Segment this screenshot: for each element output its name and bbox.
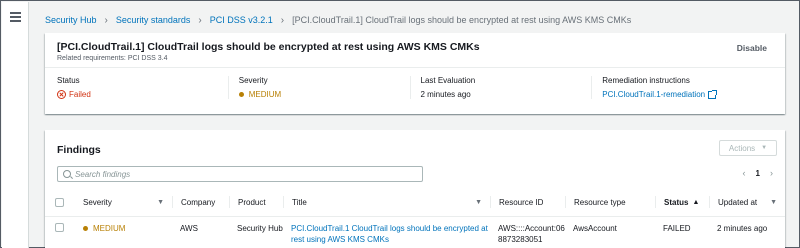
- caret-down-icon: ▼: [475, 198, 482, 206]
- caret-down-icon: ▼: [761, 145, 768, 151]
- column-label: Product: [238, 197, 266, 207]
- breadcrumb-pci-dss[interactable]: PCI DSS v3.2.1: [210, 15, 273, 25]
- select-all-checkbox[interactable]: [55, 197, 64, 207]
- findings-table: Severity ▼ Company Product Title ▼ Resourc…: [45, 188, 785, 245]
- breadcrumb: Security Hub › Security standards › PCI …: [45, 13, 631, 27]
- title-cell: PCI.CloudTrail.1 CloudTrail logs should …: [283, 217, 490, 246]
- chevron-right-icon: ›: [280, 14, 285, 26]
- x-circle-icon: [57, 90, 66, 99]
- row-select-cell: [45, 217, 75, 246]
- resource-type-cell: AwsAccount: [573, 224, 617, 233]
- findings-title: Findings: [57, 144, 101, 156]
- column-header-updated-at[interactable]: Updated at ▼: [709, 188, 785, 217]
- column-label: Status: [664, 197, 689, 207]
- dot-icon: [238, 92, 244, 97]
- control-summary-panel: [PCI.CloudTrail.1] CloudTrail logs shoul…: [45, 33, 785, 114]
- summary-header: [PCI.CloudTrail.1] CloudTrail logs shoul…: [45, 33, 785, 68]
- breadcrumb-security-hub[interactable]: Security Hub: [45, 15, 97, 25]
- sort-ascending-icon: ▲: [692, 198, 700, 206]
- column-header-status[interactable]: Status ▲: [655, 188, 709, 217]
- next-page-icon[interactable]: ›: [770, 168, 773, 178]
- column-label: Resource ID: [499, 197, 544, 207]
- column-header-company[interactable]: Company: [172, 188, 229, 217]
- chevron-right-icon: ›: [198, 14, 202, 26]
- search-icon: [63, 170, 71, 178]
- severity-text: MEDIUM: [93, 224, 126, 233]
- findings-panel: Findings Actions ▼ ‹ 1 › Severity ▼ Compa…: [45, 130, 785, 248]
- chevron-right-icon: ›: [104, 14, 108, 26]
- table-header-row: Severity ▼ Company Product Title ▼ Resourc…: [45, 188, 785, 217]
- remediation-value: PCI.CloudTrail.1-remediation: [602, 89, 773, 99]
- column-header-resource-id[interactable]: Resource ID: [490, 188, 565, 217]
- search-box[interactable]: [57, 166, 423, 182]
- status-label: Status: [57, 76, 80, 85]
- column-label: Company: [181, 197, 216, 207]
- status-column: Status Failed: [57, 76, 228, 99]
- status-text: Failed: [69, 90, 91, 99]
- column-header-title[interactable]: Title ▼: [283, 188, 490, 217]
- breadcrumb-current: [PCI.CloudTrail.1] CloudTrail logs shoul…: [292, 15, 632, 25]
- remediation-link[interactable]: PCI.CloudTrail.1-remediation: [602, 90, 705, 99]
- column-header-resource-type[interactable]: Resource type: [565, 188, 655, 217]
- disable-button[interactable]: Disable: [737, 43, 767, 53]
- column-header-severity[interactable]: Severity ▼: [75, 188, 172, 217]
- table-row[interactable]: MEDIUM AWS Security Hub PCI.CloudTrail.1…: [45, 217, 785, 246]
- severity-cell: MEDIUM: [75, 217, 172, 246]
- row-checkbox[interactable]: [55, 223, 64, 232]
- severity-text: MEDIUM: [248, 90, 282, 99]
- last-evaluation-value: 2 minutes ago: [420, 90, 471, 99]
- select-all-header: [45, 188, 75, 217]
- control-title: [PCI.CloudTrail.1] CloudTrail logs shoul…: [57, 41, 480, 53]
- caret-down-icon: ▼: [770, 198, 777, 206]
- company-cell: AWS: [180, 224, 198, 233]
- related-requirements: Related requirements: PCI DSS 3.4: [57, 55, 168, 62]
- severity-value: MEDIUM: [238, 90, 410, 99]
- product-cell: Security Hub: [237, 224, 283, 233]
- breadcrumb-security-standards[interactable]: Security standards: [116, 15, 191, 25]
- last-evaluation-column: Last Evaluation 2 minutes ago: [409, 76, 592, 99]
- status-cell: FAILED: [663, 224, 691, 233]
- previous-page-icon[interactable]: ‹: [743, 168, 746, 178]
- external-link-icon[interactable]: [708, 89, 718, 99]
- last-evaluation-label: Last Evaluation: [420, 76, 476, 85]
- column-label: Resource type: [574, 197, 626, 207]
- finding-title-link[interactable]: PCI.CloudTrail.1 CloudTrail logs should …: [291, 224, 488, 244]
- actions-dropdown[interactable]: Actions ▼: [719, 140, 777, 156]
- severity-label: Severity: [238, 76, 268, 85]
- hamburger-icon[interactable]: [10, 12, 21, 24]
- severity-column: Severity MEDIUM: [227, 76, 410, 99]
- column-label: Title: [292, 197, 307, 207]
- updated-at-cell: 2 minutes ago: [717, 224, 768, 233]
- resource-id-cell: AWS::::Account:068873283051: [498, 224, 565, 244]
- app-frame: Security Hub › Security standards › PCI …: [0, 0, 800, 248]
- column-label: Severity: [83, 197, 112, 207]
- status-value: Failed: [57, 90, 228, 99]
- pagination: ‹ 1 ›: [743, 168, 773, 178]
- remediation-label: Remediation instructions: [602, 76, 690, 85]
- summary-columns: Status Failed Severity MEDIUM Last Evalu…: [45, 68, 785, 99]
- side-navigation-rail: [2, 2, 29, 248]
- column-label: Updated at: [718, 197, 758, 207]
- page-number[interactable]: 1: [756, 169, 760, 178]
- actions-label: Actions: [728, 143, 756, 153]
- caret-down-icon: ▼: [157, 198, 164, 206]
- search-input[interactable]: [75, 169, 405, 179]
- dot-icon: [83, 226, 88, 231]
- remediation-column: Remediation instructions PCI.CloudTrail.…: [591, 76, 773, 99]
- column-header-product[interactable]: Product: [229, 188, 283, 217]
